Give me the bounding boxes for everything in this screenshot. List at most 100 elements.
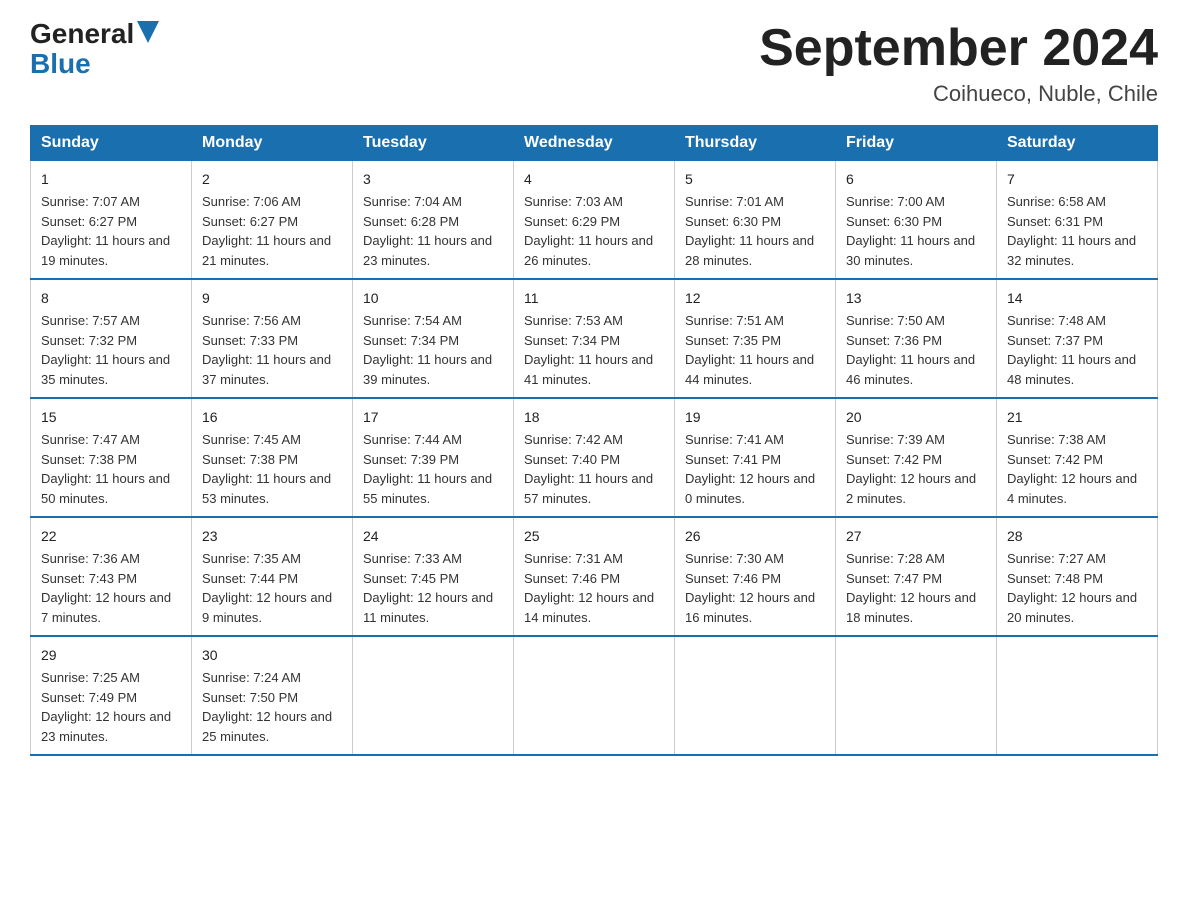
calendar-day	[514, 636, 675, 755]
day-number: 11	[524, 288, 664, 309]
calendar-week-1: 1 Sunrise: 7:07 AMSunset: 6:27 PMDayligh…	[31, 161, 1158, 280]
day-number: 7	[1007, 169, 1147, 190]
logo: General Blue	[30, 20, 159, 80]
day-info: Sunrise: 7:03 AMSunset: 6:29 PMDaylight:…	[524, 194, 653, 268]
day-number: 6	[846, 169, 986, 190]
day-number: 20	[846, 407, 986, 428]
calendar-day: 19 Sunrise: 7:41 AMSunset: 7:41 PMDaylig…	[675, 398, 836, 517]
logo-arrow-icon	[137, 21, 159, 43]
day-number: 28	[1007, 526, 1147, 547]
day-info: Sunrise: 7:30 AMSunset: 7:46 PMDaylight:…	[685, 551, 815, 625]
calendar-day: 27 Sunrise: 7:28 AMSunset: 7:47 PMDaylig…	[836, 517, 997, 636]
day-info: Sunrise: 7:28 AMSunset: 7:47 PMDaylight:…	[846, 551, 976, 625]
calendar-day: 29 Sunrise: 7:25 AMSunset: 7:49 PMDaylig…	[31, 636, 192, 755]
calendar-day: 2 Sunrise: 7:06 AMSunset: 6:27 PMDayligh…	[192, 161, 353, 280]
day-number: 9	[202, 288, 342, 309]
day-number: 16	[202, 407, 342, 428]
day-info: Sunrise: 7:47 AMSunset: 7:38 PMDaylight:…	[41, 432, 170, 506]
day-number: 21	[1007, 407, 1147, 428]
calendar-day: 30 Sunrise: 7:24 AMSunset: 7:50 PMDaylig…	[192, 636, 353, 755]
day-info: Sunrise: 7:42 AMSunset: 7:40 PMDaylight:…	[524, 432, 653, 506]
day-info: Sunrise: 7:07 AMSunset: 6:27 PMDaylight:…	[41, 194, 170, 268]
calendar-day: 14 Sunrise: 7:48 AMSunset: 7:37 PMDaylig…	[997, 279, 1158, 398]
day-number: 5	[685, 169, 825, 190]
day-info: Sunrise: 7:53 AMSunset: 7:34 PMDaylight:…	[524, 313, 653, 387]
page-header: General Blue September 2024 Coihueco, Nu…	[30, 20, 1158, 107]
day-info: Sunrise: 7:41 AMSunset: 7:41 PMDaylight:…	[685, 432, 815, 506]
calendar-week-4: 22 Sunrise: 7:36 AMSunset: 7:43 PMDaylig…	[31, 517, 1158, 636]
calendar-day: 18 Sunrise: 7:42 AMSunset: 7:40 PMDaylig…	[514, 398, 675, 517]
day-info: Sunrise: 7:27 AMSunset: 7:48 PMDaylight:…	[1007, 551, 1137, 625]
location-title: Coihueco, Nuble, Chile	[759, 81, 1158, 107]
calendar-day	[836, 636, 997, 755]
day-number: 30	[202, 645, 342, 666]
day-number: 22	[41, 526, 181, 547]
calendar-day: 4 Sunrise: 7:03 AMSunset: 6:29 PMDayligh…	[514, 161, 675, 280]
calendar-week-2: 8 Sunrise: 7:57 AMSunset: 7:32 PMDayligh…	[31, 279, 1158, 398]
logo-general: General	[30, 20, 134, 48]
day-number: 17	[363, 407, 503, 428]
day-number: 1	[41, 169, 181, 190]
calendar-week-5: 29 Sunrise: 7:25 AMSunset: 7:49 PMDaylig…	[31, 636, 1158, 755]
day-number: 19	[685, 407, 825, 428]
calendar-body: 1 Sunrise: 7:07 AMSunset: 6:27 PMDayligh…	[31, 161, 1158, 756]
calendar-day: 24 Sunrise: 7:33 AMSunset: 7:45 PMDaylig…	[353, 517, 514, 636]
calendar-day: 20 Sunrise: 7:39 AMSunset: 7:42 PMDaylig…	[836, 398, 997, 517]
calendar-day	[353, 636, 514, 755]
day-number: 24	[363, 526, 503, 547]
day-info: Sunrise: 7:54 AMSunset: 7:34 PMDaylight:…	[363, 313, 492, 387]
day-info: Sunrise: 7:33 AMSunset: 7:45 PMDaylight:…	[363, 551, 493, 625]
calendar-day: 7 Sunrise: 6:58 AMSunset: 6:31 PMDayligh…	[997, 161, 1158, 280]
day-number: 26	[685, 526, 825, 547]
day-number: 8	[41, 288, 181, 309]
day-number: 27	[846, 526, 986, 547]
day-number: 29	[41, 645, 181, 666]
header-sunday: Sunday	[31, 126, 192, 161]
day-info: Sunrise: 6:58 AMSunset: 6:31 PMDaylight:…	[1007, 194, 1136, 268]
calendar-day: 9 Sunrise: 7:56 AMSunset: 7:33 PMDayligh…	[192, 279, 353, 398]
day-info: Sunrise: 7:36 AMSunset: 7:43 PMDaylight:…	[41, 551, 171, 625]
day-info: Sunrise: 7:44 AMSunset: 7:39 PMDaylight:…	[363, 432, 492, 506]
calendar-day: 21 Sunrise: 7:38 AMSunset: 7:42 PMDaylig…	[997, 398, 1158, 517]
day-number: 12	[685, 288, 825, 309]
day-info: Sunrise: 7:51 AMSunset: 7:35 PMDaylight:…	[685, 313, 814, 387]
logo-blue: Blue	[30, 48, 91, 80]
day-info: Sunrise: 7:00 AMSunset: 6:30 PMDaylight:…	[846, 194, 975, 268]
day-number: 18	[524, 407, 664, 428]
calendar-day: 1 Sunrise: 7:07 AMSunset: 6:27 PMDayligh…	[31, 161, 192, 280]
calendar-day: 11 Sunrise: 7:53 AMSunset: 7:34 PMDaylig…	[514, 279, 675, 398]
day-info: Sunrise: 7:04 AMSunset: 6:28 PMDaylight:…	[363, 194, 492, 268]
calendar-day: 23 Sunrise: 7:35 AMSunset: 7:44 PMDaylig…	[192, 517, 353, 636]
calendar-day: 10 Sunrise: 7:54 AMSunset: 7:34 PMDaylig…	[353, 279, 514, 398]
day-info: Sunrise: 7:39 AMSunset: 7:42 PMDaylight:…	[846, 432, 976, 506]
calendar-day: 6 Sunrise: 7:00 AMSunset: 6:30 PMDayligh…	[836, 161, 997, 280]
month-title: September 2024	[759, 20, 1158, 77]
day-info: Sunrise: 7:01 AMSunset: 6:30 PMDaylight:…	[685, 194, 814, 268]
day-number: 4	[524, 169, 664, 190]
header-tuesday: Tuesday	[353, 126, 514, 161]
calendar-day: 28 Sunrise: 7:27 AMSunset: 7:48 PMDaylig…	[997, 517, 1158, 636]
day-info: Sunrise: 7:56 AMSunset: 7:33 PMDaylight:…	[202, 313, 331, 387]
day-number: 14	[1007, 288, 1147, 309]
day-info: Sunrise: 7:50 AMSunset: 7:36 PMDaylight:…	[846, 313, 975, 387]
header-friday: Friday	[836, 126, 997, 161]
day-number: 10	[363, 288, 503, 309]
day-number: 25	[524, 526, 664, 547]
day-info: Sunrise: 7:38 AMSunset: 7:42 PMDaylight:…	[1007, 432, 1137, 506]
calendar-day: 26 Sunrise: 7:30 AMSunset: 7:46 PMDaylig…	[675, 517, 836, 636]
day-info: Sunrise: 7:48 AMSunset: 7:37 PMDaylight:…	[1007, 313, 1136, 387]
calendar-table: Sunday Monday Tuesday Wednesday Thursday…	[30, 125, 1158, 756]
calendar-day: 12 Sunrise: 7:51 AMSunset: 7:35 PMDaylig…	[675, 279, 836, 398]
calendar-week-3: 15 Sunrise: 7:47 AMSunset: 7:38 PMDaylig…	[31, 398, 1158, 517]
calendar-day: 22 Sunrise: 7:36 AMSunset: 7:43 PMDaylig…	[31, 517, 192, 636]
day-number: 23	[202, 526, 342, 547]
calendar-day: 16 Sunrise: 7:45 AMSunset: 7:38 PMDaylig…	[192, 398, 353, 517]
day-info: Sunrise: 7:35 AMSunset: 7:44 PMDaylight:…	[202, 551, 332, 625]
calendar-day	[997, 636, 1158, 755]
calendar-day: 5 Sunrise: 7:01 AMSunset: 6:30 PMDayligh…	[675, 161, 836, 280]
day-info: Sunrise: 7:57 AMSunset: 7:32 PMDaylight:…	[41, 313, 170, 387]
day-info: Sunrise: 7:24 AMSunset: 7:50 PMDaylight:…	[202, 670, 332, 744]
calendar-day: 25 Sunrise: 7:31 AMSunset: 7:46 PMDaylig…	[514, 517, 675, 636]
calendar-day: 15 Sunrise: 7:47 AMSunset: 7:38 PMDaylig…	[31, 398, 192, 517]
day-info: Sunrise: 7:25 AMSunset: 7:49 PMDaylight:…	[41, 670, 171, 744]
